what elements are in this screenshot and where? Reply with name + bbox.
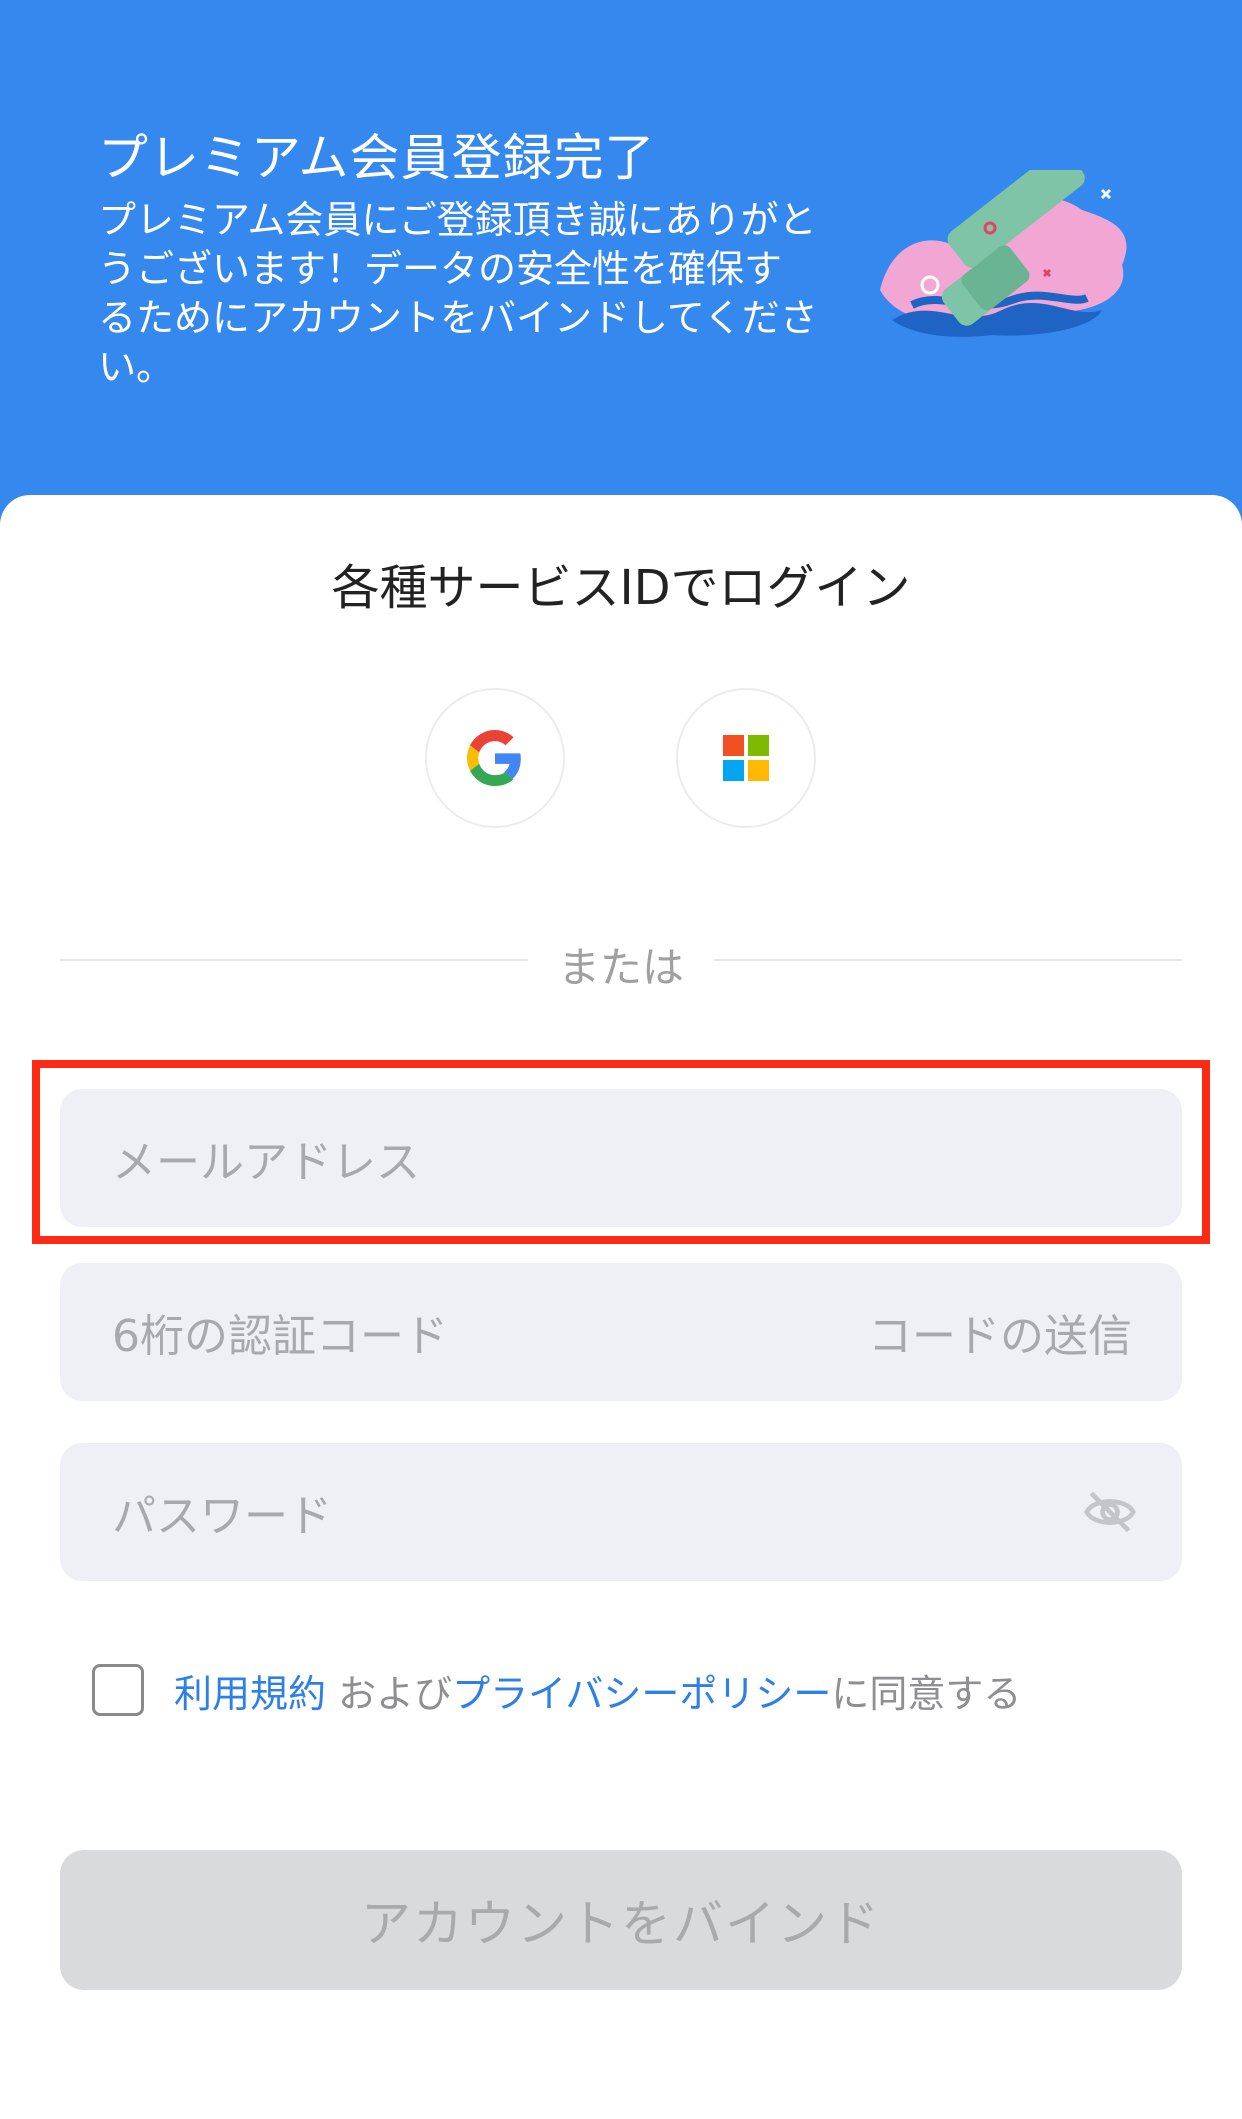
password-placeholder: パスワード <box>112 1491 332 1542</box>
agreement-checkbox[interactable] <box>92 1664 144 1716</box>
divider-text: または <box>557 943 684 992</box>
divider-line-left <box>60 959 528 961</box>
divider-line-right <box>714 959 1182 961</box>
header-description: プレミアム会員にご登録頂き誠にありがとうございます！データの安全性を確保するため… <box>98 198 818 389</box>
privacy-policy-link[interactable]: プライバシーポリシー <box>452 1672 831 1716</box>
verification-code-field[interactable]: 6桁の認証コード コードの送信 <box>60 1263 1182 1401</box>
checkmark-illustration <box>880 170 1127 337</box>
agreement-and-text: および <box>326 1671 453 1716</box>
eye-off-icon[interactable] <box>1082 1484 1138 1540</box>
login-title: 各種サービスIDでログイン <box>331 560 911 616</box>
password-field[interactable]: パスワード <box>60 1443 1182 1581</box>
google-login-button[interactable] <box>425 688 565 828</box>
google-icon <box>467 730 521 786</box>
agreement-row: 利用規約 およびプライバシーポリシーに同意する <box>92 1662 1021 1718</box>
bind-account-button[interactable]: アカウントをバインド <box>60 1850 1182 1990</box>
page-title: プレミアム会員登録完了 <box>98 129 656 187</box>
email-field-highlight <box>32 1060 1210 1244</box>
microsoft-login-button[interactable] <box>676 688 816 828</box>
terms-link[interactable]: 利用規約 <box>174 1672 326 1716</box>
agreement-suffix-text: に同意する <box>831 1671 1022 1716</box>
code-placeholder: 6桁の認証コード <box>112 1311 448 1362</box>
microsoft-icon <box>723 735 769 781</box>
send-code-button[interactable]: コードの送信 <box>868 1300 1132 1364</box>
